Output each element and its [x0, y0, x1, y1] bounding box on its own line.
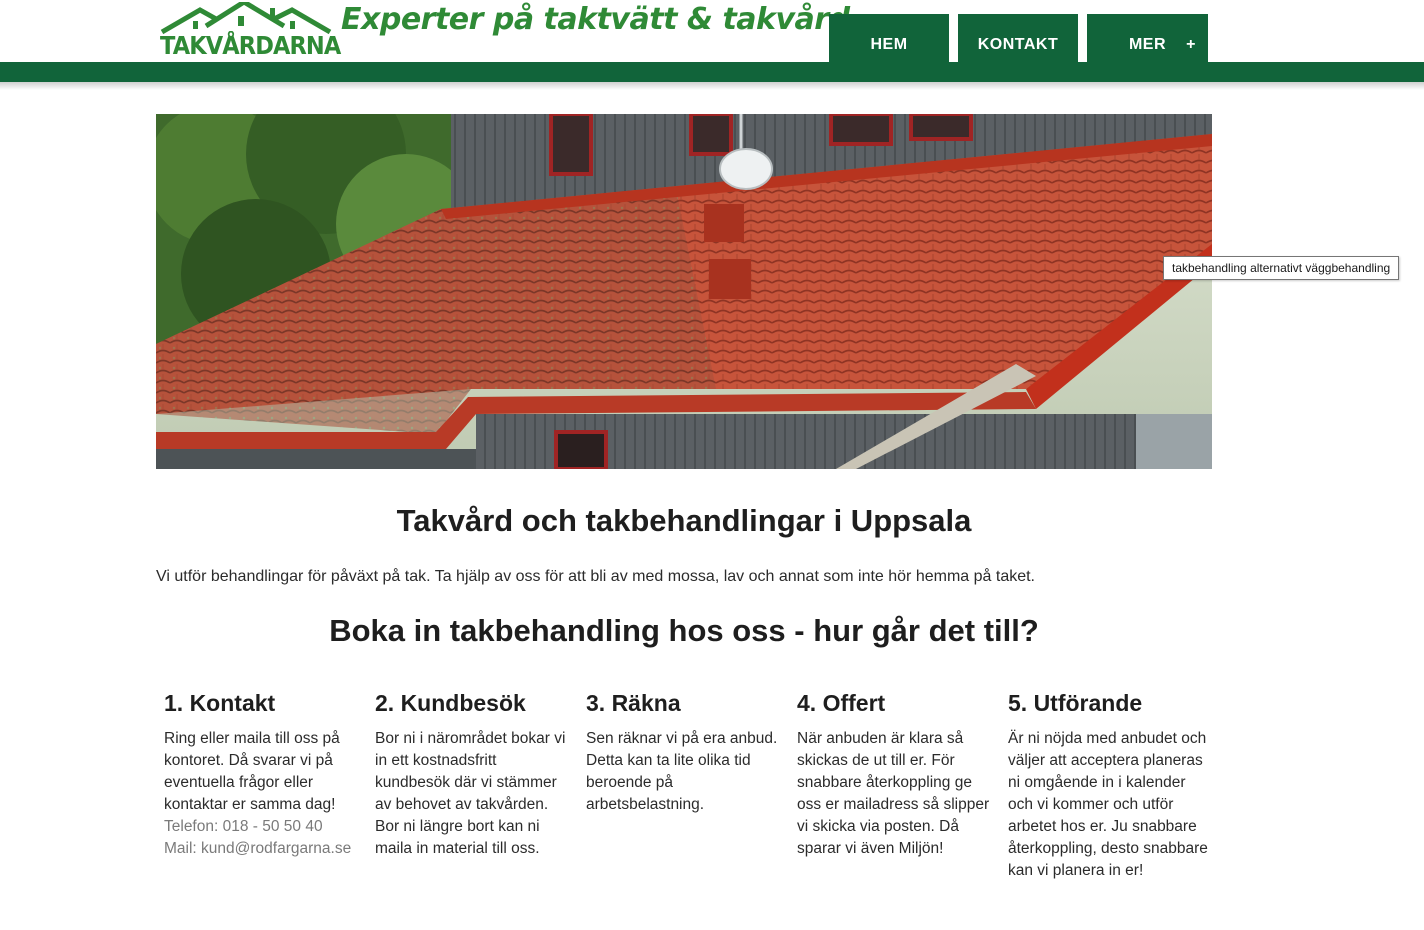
step-title: 4. Offert: [797, 690, 886, 716]
step-title: 3. Räkna: [586, 690, 681, 716]
header-green-bar: [0, 62, 1424, 82]
section-title: Boka in takbehandling hos oss - hur går …: [329, 613, 1039, 648]
step-description: Bor ni i närområdet bokar vi in ett kost…: [375, 730, 566, 857]
nav-item-mer[interactable]: MER +: [1087, 14, 1208, 62]
email-link[interactable]: Mail: kund@rodfargarna.se: [164, 838, 364, 860]
step-offert: 4. Offert När anbuden är klara så skicka…: [797, 688, 997, 860]
step-utforande: 5. Utförande Är ni nöjda med anbudet och…: [1008, 688, 1208, 882]
nav-item-label: HEM: [870, 36, 908, 53]
step-kontakt: 1. Kontakt Ring eller maila till oss på …: [164, 688, 364, 860]
nav-item-hem[interactable]: HEM: [829, 14, 949, 62]
intro-text: Vi utför behandlingar för påväxt på tak.…: [156, 568, 1035, 585]
roof-photo-icon: [156, 114, 1212, 469]
site-logo[interactable]: TAKVÅRDARNA: [160, 2, 341, 60]
step-title: 1. Kontakt: [164, 690, 276, 716]
step-rakna: 3. Räkna Sen räknar vi på era anbud. Det…: [586, 688, 786, 816]
step-description: Är ni nöjda med anbudet och väljer att a…: [1008, 730, 1208, 879]
step-text: Ring eller maila till oss på kontoret. D…: [164, 728, 364, 860]
step-description: Ring eller maila till oss på kontoret. D…: [164, 730, 340, 813]
site-tagline: Experter på taktvätt & takvård: [341, 2, 850, 37]
plus-icon: +: [1186, 36, 1196, 53]
step-description: När anbuden är klara så skickas de ut ti…: [797, 730, 990, 857]
process-steps: 1. Kontakt Ring eller maila till oss på …: [156, 688, 1212, 918]
nav-item-label: KONTAKT: [977, 36, 1059, 53]
page-title: Takvård och takbehandlingar i Uppsala: [396, 503, 972, 538]
image-tooltip: takbehandling alternativt väggbehandling: [1163, 256, 1400, 280]
hero-image: [156, 114, 1212, 469]
nav-item-kontakt[interactable]: KONTAKT: [958, 14, 1078, 62]
logo-text: TAKVÅRDARNA: [160, 31, 341, 60]
step-title: 2. Kundbesök: [375, 690, 526, 716]
step-description: Sen räknar vi på era anbud. Detta kan ta…: [586, 730, 778, 813]
step-title: 5. Utförande: [1008, 690, 1143, 716]
nav-item-label: MER: [1128, 36, 1167, 53]
header-shadow: [0, 82, 1424, 90]
step-kundbesok: 2. Kundbesök Bor ni i närområdet bokar v…: [375, 688, 575, 860]
phone-link[interactable]: Telefon: 018 - 50 50 40: [164, 816, 364, 838]
